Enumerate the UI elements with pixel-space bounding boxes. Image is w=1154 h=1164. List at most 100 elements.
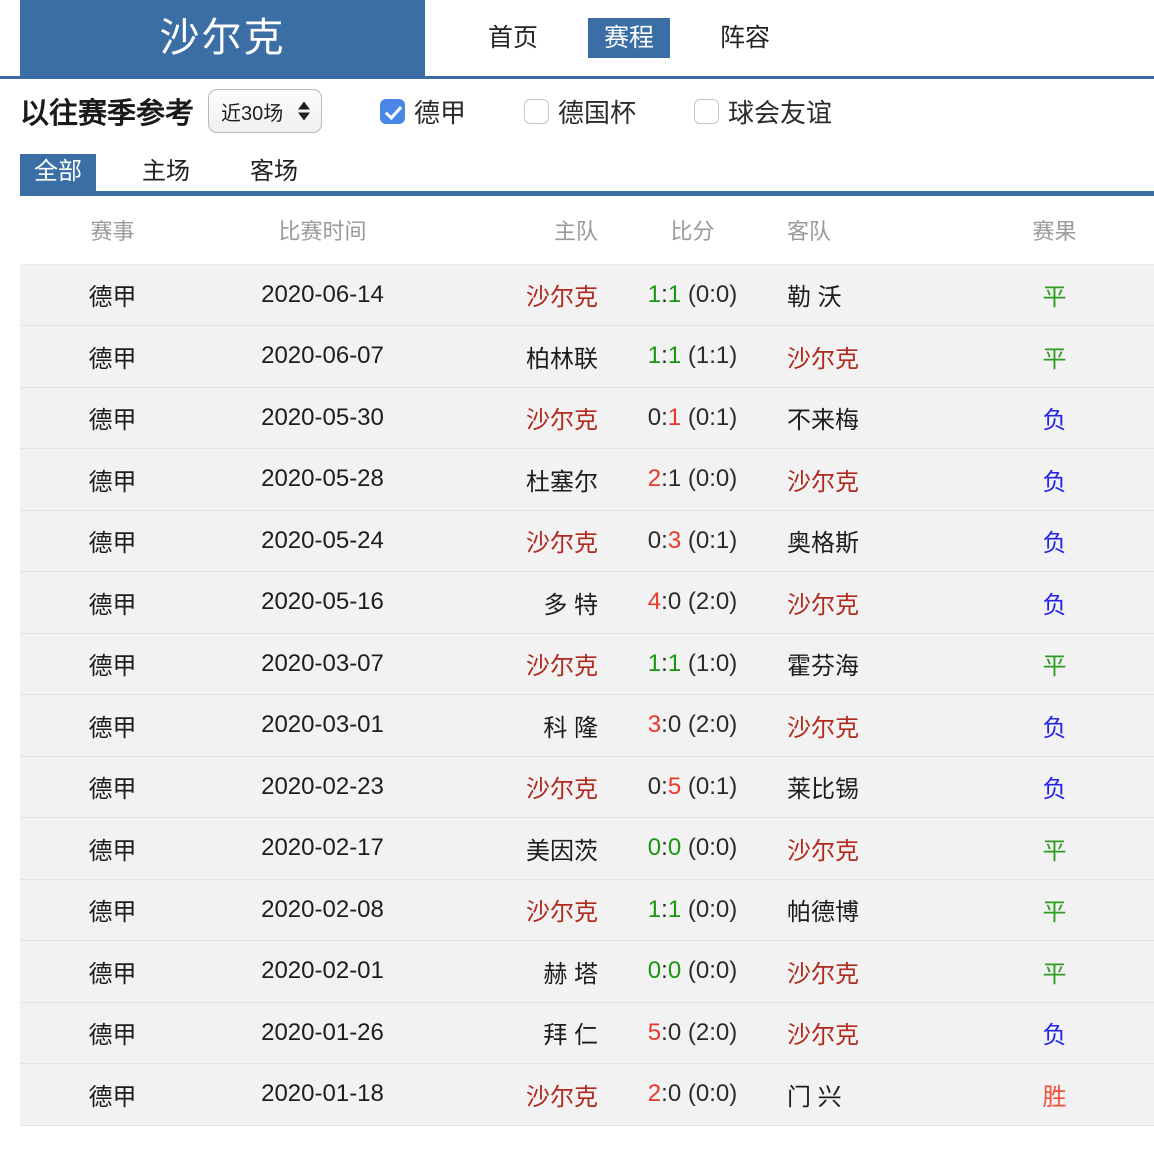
cell-home-team[interactable]: 赫 塔 (543, 961, 598, 988)
main-nav: 首页 赛程 阵容 (425, 0, 786, 76)
cell-result: 负 (955, 694, 1154, 757)
cell-date: 2020-02-23 (205, 756, 440, 818)
cell-away-team[interactable]: 沙尔克 (787, 469, 859, 496)
score-halftime: (2:0) (681, 1018, 738, 1046)
cell-home-team[interactable]: 沙尔克 (526, 1084, 598, 1111)
cell-league: 德甲 (20, 1063, 205, 1126)
cell-league: 德甲 (20, 325, 205, 388)
cell-score: 0:0 (0:0) (620, 940, 765, 1003)
score-away: 1 (667, 895, 682, 923)
cell-home-team[interactable]: 沙尔克 (526, 407, 598, 434)
table-row[interactable]: 德甲 2020-03-07 沙尔克 1:1 (1:0) 霍芬海 平 (20, 633, 1154, 695)
cell-score: 0:0 (0:0) (620, 817, 765, 880)
cell-home-team[interactable]: 柏林联 (526, 346, 598, 373)
cell-date: 2020-05-28 (205, 448, 440, 511)
cell-home-team[interactable]: 美因茨 (526, 838, 598, 865)
cell-score-value: 3:0 (2:0) (648, 711, 737, 738)
cell-league: 德甲 (20, 756, 205, 818)
cell-date: 2020-01-18 (205, 1063, 440, 1126)
cell-league: 德甲 (20, 510, 205, 572)
score-home: 5 (647, 1018, 662, 1046)
venue-tab-home[interactable]: 主场 (128, 154, 204, 191)
table-row[interactable]: 德甲 2020-02-08 沙尔克 1:1 (0:0) 帕德博 平 (20, 879, 1154, 941)
score-halftime: (0:0) (681, 895, 738, 923)
score-halftime: (0:1) (681, 772, 738, 800)
cell-score-value: 0:5 (0:1) (648, 773, 737, 800)
column-header-score: 比分 (620, 196, 765, 265)
table-row[interactable]: 德甲 2020-03-01 科 隆 3:0 (2:0) 沙尔克 负 (20, 694, 1154, 757)
cell-away-team[interactable]: 沙尔克 (787, 715, 859, 742)
score-separator: : (661, 342, 668, 370)
cell-score-value: 0:0 (0:0) (648, 957, 737, 984)
nav-tab-squad[interactable]: 阵容 (704, 18, 786, 59)
cell-score: 1:1 (1:1) (620, 325, 765, 388)
table-row[interactable]: 德甲 2020-02-23 沙尔克 0:5 (0:1) 莱比锡 负 (20, 756, 1154, 818)
cell-score-value: 0:1 (0:1) (648, 404, 737, 431)
score-separator: : (661, 895, 668, 923)
cell-away-team[interactable]: 不来梅 (787, 407, 859, 434)
cell-home-team[interactable]: 沙尔克 (526, 899, 598, 926)
cell-result: 平 (955, 633, 1154, 695)
cell-home-team[interactable]: 科 隆 (543, 715, 598, 742)
cell-away-team[interactable]: 沙尔克 (787, 1022, 859, 1049)
cell-result: 负 (955, 387, 1154, 449)
nav-tab-home[interactable]: 首页 (472, 18, 554, 59)
score-away: 0 (667, 834, 682, 862)
cell-date: 2020-05-24 (205, 510, 440, 572)
score-away: 1 (667, 403, 682, 431)
nav-tab-schedule[interactable]: 赛程 (588, 17, 671, 59)
cell-home: 科 隆 (440, 694, 620, 757)
score-separator: : (661, 834, 668, 862)
cell-score-value: 4:0 (2:0) (648, 588, 737, 615)
cell-away-team[interactable]: 帕德博 (787, 899, 859, 926)
cell-home-team[interactable]: 沙尔克 (526, 530, 598, 557)
cell-away-team[interactable]: 沙尔克 (787, 592, 859, 619)
cell-result: 平 (955, 940, 1154, 1003)
competition-checkbox-dfbpokal[interactable]: 德国杯 (524, 93, 636, 130)
cell-home-team[interactable]: 沙尔克 (526, 284, 598, 311)
cell-home-team[interactable]: 沙尔克 (526, 776, 598, 803)
cell-score: 1:1 (0:0) (620, 879, 765, 941)
table-row[interactable]: 德甲 2020-05-16 多 特 4:0 (2:0) 沙尔克 负 (20, 571, 1154, 634)
table-row[interactable]: 德甲 2020-02-17 美因茨 0:0 (0:0) 沙尔克 平 (20, 817, 1154, 880)
score-home: 0 (647, 834, 662, 862)
cell-away: 莱比锡 (765, 756, 955, 818)
cell-away-team[interactable]: 门 兴 (787, 1084, 842, 1111)
competition-checkbox-bundesliga[interactable]: 德甲 (380, 93, 466, 130)
cell-home-team[interactable]: 多 特 (543, 592, 598, 619)
cell-home: 拜 仁 (440, 1002, 620, 1064)
cell-home-team[interactable]: 沙尔克 (526, 653, 598, 680)
cell-league: 德甲 (20, 1002, 205, 1064)
cell-away-team[interactable]: 莱比锡 (787, 776, 859, 803)
nav-tab-squad-label: 阵容 (720, 23, 771, 52)
table-row[interactable]: 德甲 2020-02-01 赫 塔 0:0 (0:0) 沙尔克 平 (20, 940, 1154, 1003)
table-row[interactable]: 德甲 2020-06-14 沙尔克 1:1 (0:0) 勒 沃 平 (20, 264, 1154, 326)
cell-away-team[interactable]: 霍芬海 (787, 653, 859, 680)
table-row[interactable]: 德甲 2020-05-24 沙尔克 0:3 (0:1) 奥格斯 负 (20, 510, 1154, 572)
result-badge: 平 (1042, 960, 1067, 988)
competition-checkbox-friendly[interactable]: 球会友谊 (694, 93, 832, 130)
checkbox-unchecked-icon[interactable] (694, 98, 720, 124)
table-row[interactable]: 德甲 2020-05-28 杜塞尔 2:1 (0:0) 沙尔克 负 (20, 448, 1154, 511)
cell-away-team[interactable]: 沙尔克 (787, 961, 859, 988)
cell-away-team[interactable]: 沙尔克 (787, 838, 859, 865)
cell-home-team[interactable]: 杜塞尔 (526, 469, 598, 496)
cell-home-team[interactable]: 拜 仁 (543, 1022, 598, 1049)
cell-away: 帕德博 (765, 879, 955, 941)
cell-away-team[interactable]: 沙尔克 (787, 346, 859, 373)
score-separator: : (661, 1080, 668, 1108)
checkbox-checked-icon[interactable] (380, 98, 406, 124)
cell-away-team[interactable]: 奥格斯 (787, 530, 859, 557)
table-row[interactable]: 德甲 2020-01-26 拜 仁 5:0 (2:0) 沙尔克 负 (20, 1002, 1154, 1064)
cell-away: 沙尔克 (765, 817, 955, 880)
table-row[interactable]: 德甲 2020-01-18 沙尔克 2:0 (0:0) 门 兴 胜 (20, 1063, 1154, 1126)
table-row[interactable]: 德甲 2020-06-07 柏林联 1:1 (1:1) 沙尔克 平 (20, 325, 1154, 388)
venue-tab-away[interactable]: 客场 (236, 154, 312, 191)
checkbox-unchecked-icon[interactable] (524, 98, 550, 124)
match-range-select[interactable]: 近30场 (208, 89, 323, 133)
cell-away-team[interactable]: 勒 沃 (787, 284, 842, 311)
score-separator: : (661, 465, 668, 493)
table-row[interactable]: 德甲 2020-05-30 沙尔克 0:1 (0:1) 不来梅 负 (20, 387, 1154, 449)
venue-tab-all[interactable]: 全部 (20, 154, 96, 191)
page-root: 沙尔克 首页 赛程 阵容 以往赛季参考 近30场 德甲 德国杯 球会友谊 全部 … (0, 0, 1154, 1164)
